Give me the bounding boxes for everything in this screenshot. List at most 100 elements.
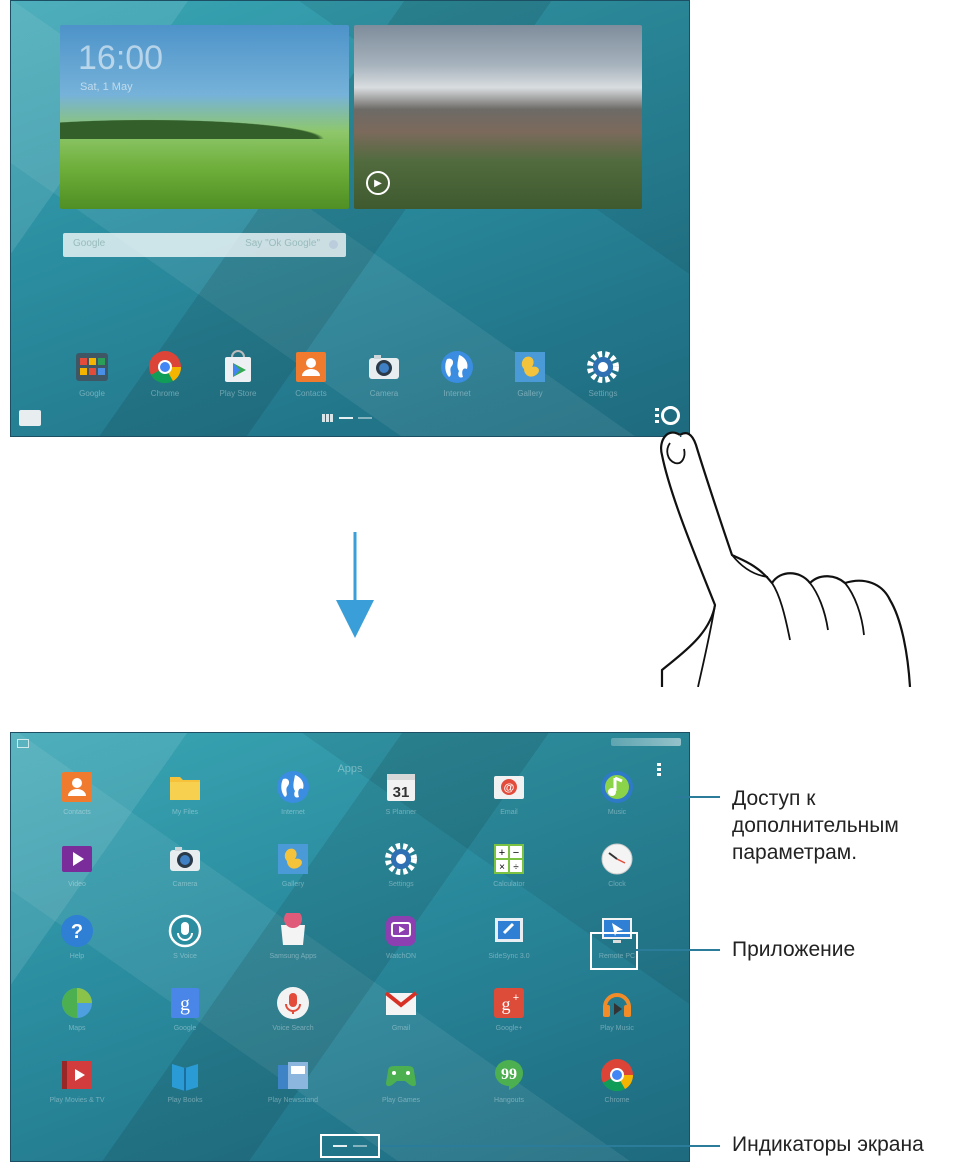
app-camera[interactable]: Camera — [359, 349, 409, 399]
app-camera[interactable]: Camera — [150, 841, 220, 891]
app-google-folder[interactable]: Google — [67, 349, 117, 399]
app-samsung-apps[interactable]: Samsung Apps — [258, 913, 328, 963]
apps-screen: Apps Contacts My Files Internet 31 S Planner… — [10, 732, 690, 1162]
down-arrow-icon — [336, 532, 374, 638]
pointing-hand-icon — [660, 431, 912, 687]
app-label: Hangouts — [494, 1097, 524, 1104]
samsung-apps-icon — [275, 913, 311, 949]
app-help[interactable]: ? Help — [42, 913, 112, 963]
google-folder-icon — [74, 349, 110, 385]
app-hangouts[interactable]: 99 Hangouts — [474, 1057, 544, 1107]
app-email[interactable]: @ Email — [474, 769, 544, 819]
svg-text:÷: ÷ — [513, 862, 519, 873]
app-chrome[interactable]: Chrome — [140, 349, 190, 399]
clock-weather-widget[interactable]: 16:00 Sat, 1 May — [60, 25, 349, 209]
page-dash[interactable] — [353, 1145, 367, 1147]
email-icon: @ — [491, 769, 527, 805]
app-s-voice[interactable]: S Voice — [150, 913, 220, 963]
app-music[interactable]: Music — [582, 769, 652, 819]
app-chrome[interactable]: Chrome — [582, 1057, 652, 1107]
page-dash[interactable] — [358, 417, 372, 419]
app-contacts[interactable]: Contacts — [42, 769, 112, 819]
voice-search-icon — [275, 985, 311, 1021]
calendar-icon: 31 — [383, 769, 419, 805]
svg-text:@: @ — [504, 782, 515, 794]
callout-line-indicators — [380, 1145, 720, 1147]
app-label: Internet — [281, 809, 305, 816]
photo-widget[interactable]: ▶ — [354, 25, 642, 209]
app-label: Gallery — [517, 389, 543, 398]
video-icon — [59, 841, 95, 877]
page-dash-current[interactable] — [333, 1145, 347, 1147]
status-bar — [611, 738, 681, 746]
app-google-plus[interactable]: g + Google+ — [474, 985, 544, 1035]
app-google-search[interactable]: g Google — [150, 985, 220, 1035]
app-play-music[interactable]: Play Music — [582, 985, 652, 1035]
grid-page-icon[interactable] — [322, 414, 334, 422]
app-internet[interactable]: Internet — [432, 349, 482, 399]
app-video[interactable]: Video — [42, 841, 112, 891]
app-play-newsstand[interactable]: Play Newsstand — [258, 1057, 328, 1107]
app-label: Contacts — [63, 809, 91, 816]
app-sidesync[interactable]: SideSync 3.0 — [474, 913, 544, 963]
google-search-bar[interactable]: Google Say "Ok Google" — [63, 233, 346, 257]
app-label: Google — [79, 389, 105, 398]
clock-icon — [599, 841, 635, 877]
app-label: SideSync 3.0 — [488, 953, 530, 960]
folder-icon[interactable] — [19, 410, 41, 426]
svg-text:−: − — [513, 847, 519, 859]
search-text: Google — [73, 238, 106, 249]
internet-icon — [275, 769, 311, 805]
mic-icon[interactable] — [329, 240, 338, 249]
app-label: Gmail — [391, 1025, 411, 1032]
app-settings[interactable]: Settings — [366, 841, 436, 891]
app-gmail[interactable]: Gmail — [366, 985, 436, 1035]
app-label: Play Books — [167, 1097, 203, 1104]
svg-text:g: g — [502, 994, 511, 1014]
contacts-icon — [293, 349, 329, 385]
callout-text-line: дополнительным — [732, 814, 899, 837]
more-options-icon[interactable] — [657, 763, 661, 777]
app-settings[interactable]: Settings — [578, 349, 628, 399]
app-play-store[interactable]: Play Store — [213, 349, 263, 399]
callout-line-app — [636, 949, 720, 951]
gallery-icon — [512, 349, 548, 385]
app-gallery[interactable]: Gallery — [505, 349, 555, 399]
page-dash-current[interactable] — [339, 417, 353, 419]
app-my-files[interactable]: My Files — [150, 769, 220, 819]
camera-icon — [366, 349, 402, 385]
app-watchon[interactable]: WatchON — [366, 913, 436, 963]
app-calendar[interactable]: 31 S Planner — [366, 769, 436, 819]
app-label: Video — [68, 881, 86, 888]
screen-indicators — [320, 1134, 380, 1158]
app-play-movies[interactable]: Play Movies & TV — [42, 1057, 112, 1107]
app-gallery[interactable]: Gallery — [258, 841, 328, 891]
app-play-games[interactable]: Play Games — [366, 1057, 436, 1107]
page-indicator — [322, 414, 372, 422]
play-store-icon — [220, 349, 256, 385]
app-label: Chrome — [604, 1097, 630, 1104]
play-movies-icon — [59, 1057, 95, 1093]
app-label: Play Newsstand — [267, 1097, 319, 1104]
my-files-icon — [167, 769, 203, 805]
play-icon[interactable]: ▶ — [366, 171, 390, 195]
app-maps[interactable]: Maps — [42, 985, 112, 1035]
internet-icon — [439, 349, 475, 385]
app-label: Google — [173, 1025, 197, 1032]
music-icon — [599, 769, 635, 805]
app-voice-search[interactable]: Voice Search — [258, 985, 328, 1035]
help-icon: ? — [59, 913, 95, 949]
app-play-books[interactable]: Play Books — [150, 1057, 220, 1107]
app-label: Play Music — [600, 1025, 634, 1032]
app-label: Play Movies & TV — [49, 1097, 105, 1104]
app-calculator[interactable]: + − × ÷ Calculator — [474, 841, 544, 891]
app-label: Voice Search — [272, 1025, 314, 1032]
callout-text-line: Доступ к — [732, 787, 816, 810]
app-label: Clock — [608, 881, 626, 888]
chrome-icon — [599, 1057, 635, 1093]
app-contacts[interactable]: Contacts — [286, 349, 336, 399]
app-clock[interactable]: Clock — [582, 841, 652, 891]
contacts-icon — [59, 769, 95, 805]
settings-icon — [383, 841, 419, 877]
app-internet[interactable]: Internet — [258, 769, 328, 819]
